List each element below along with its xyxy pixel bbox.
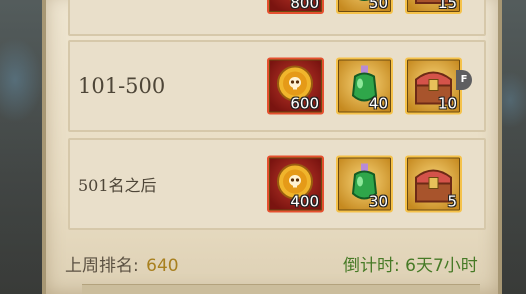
gold-skull-coin-icon[interactable]: 400 <box>267 155 324 213</box>
reward-row-101-500: 101-500 600 40 10 <box>68 40 486 132</box>
last-week-rank: 上周排名: 640 <box>65 251 179 276</box>
last-week-rank-label: 上周排名: <box>65 256 139 276</box>
reward-count: 30 <box>368 192 388 211</box>
left-frame-strip <box>0 0 44 294</box>
reward-count: 400 <box>290 192 319 211</box>
gold-skull-coin-icon[interactable]: 600 <box>267 57 324 115</box>
reward-items: 800 50 15 <box>267 0 462 14</box>
reward-row-501-plus: 501名之后 400 30 5 <box>68 138 486 230</box>
scroll-bottom-edge <box>82 284 480 294</box>
reward-row-top: 800 50 15 <box>68 0 486 36</box>
countdown-timer: 倒计时: 6天7小时 <box>343 256 478 276</box>
treasure-chest-icon[interactable]: 5 <box>405 155 462 213</box>
reward-count: 5 <box>447 192 457 211</box>
reward-count: 600 <box>290 94 319 113</box>
reward-count: 40 <box>368 94 388 113</box>
reward-items: 400 30 5 <box>267 155 462 213</box>
reward-count: 50 <box>368 0 388 12</box>
reward-count: 800 <box>290 0 319 12</box>
reward-items: 600 40 10 <box>267 57 462 115</box>
green-potion-icon[interactable]: 40 <box>336 57 393 115</box>
gold-skull-coin-icon[interactable]: 800 <box>267 0 324 14</box>
right-frame-strip <box>500 0 526 294</box>
green-potion-icon[interactable]: 50 <box>336 0 393 14</box>
last-week-rank-value: 640 <box>146 256 179 276</box>
reward-count: 15 <box>437 0 457 12</box>
treasure-chest-icon[interactable]: 15 <box>405 0 462 14</box>
reward-count: 10 <box>437 94 457 113</box>
green-potion-icon[interactable]: 30 <box>336 155 393 213</box>
rank-range-label: 101-500 <box>78 74 166 98</box>
rank-range-label: 501名之后 <box>78 176 157 195</box>
treasure-chest-icon[interactable]: 10 <box>405 57 462 115</box>
